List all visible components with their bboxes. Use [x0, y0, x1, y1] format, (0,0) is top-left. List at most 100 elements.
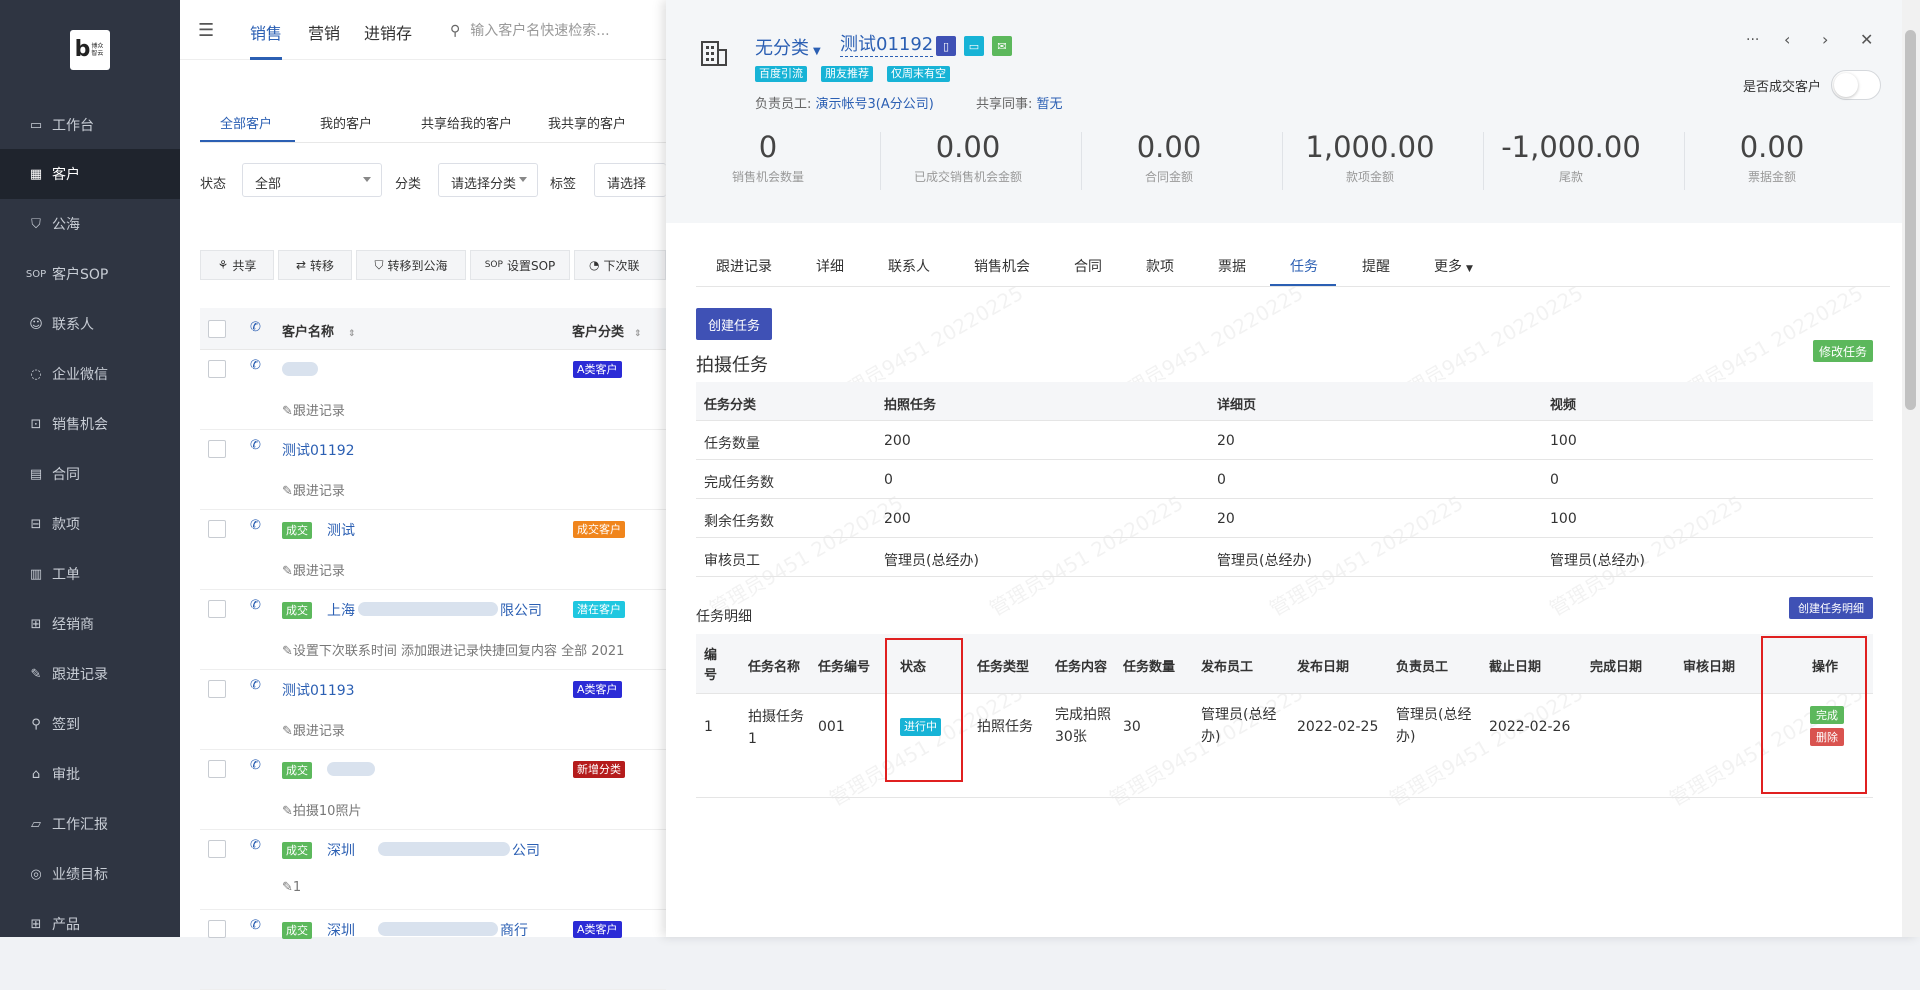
category-select[interactable]: 请选择分类 — [438, 163, 538, 197]
subtab-all-customers[interactable]: 全部客户 — [220, 113, 272, 132]
category-dropdown[interactable]: 无分类 ▼ — [755, 34, 821, 60]
customer-name-suffix[interactable]: 限公司 — [500, 600, 542, 620]
scrollbar-thumb[interactable] — [1905, 30, 1916, 410]
next-contact-button[interactable]: ◔ 下次联 — [574, 250, 666, 280]
phone-icon[interactable]: ✆ — [250, 518, 261, 533]
customer-name-link[interactable]: 测试01192 — [282, 440, 355, 460]
customer-name-link[interactable]: 测试 — [327, 520, 355, 540]
move-to-sea-button[interactable]: ⛉ 转移到公海 — [356, 250, 466, 280]
followup-link[interactable]: ✎跟进记录 — [282, 480, 345, 499]
prev-icon[interactable]: ‹ — [1784, 30, 1790, 49]
phone-icon[interactable]: ✆ — [250, 678, 261, 693]
create-task-detail-button[interactable]: 创建任务明细 — [1789, 597, 1873, 619]
sidebar-item-reports[interactable]: ▱ 工作汇报 — [0, 799, 180, 849]
row-checkbox[interactable] — [208, 360, 226, 378]
search-input[interactable]: ⚲ 输入客户名快速检索... — [450, 20, 610, 40]
subtab-shared-to-me[interactable]: 共享给我的客户 — [421, 113, 512, 132]
tab-invoices[interactable]: 票据 — [1218, 256, 1246, 276]
customer-name-link[interactable]: 测试01193 — [282, 680, 355, 700]
column-customer-category[interactable]: 客户分类 ⇕ — [572, 321, 642, 340]
sidebar-item-targets[interactable]: ◎ 业绩目标 — [0, 849, 180, 899]
row-checkbox[interactable] — [208, 440, 226, 458]
sidebar-item-customer-sop[interactable]: SOP 客户SOP — [0, 249, 180, 299]
row-checkbox[interactable] — [208, 760, 226, 778]
table-row[interactable]: ✆ A类客户 ✎跟进记录 — [200, 350, 666, 430]
followup-link[interactable]: ✎跟进记录 — [282, 400, 345, 419]
shared-value[interactable]: 暂无 — [1037, 97, 1063, 112]
phone-icon[interactable]: ✆ — [250, 918, 261, 933]
table-row[interactable]: ✆ 测试01192 ✎跟进记录 — [200, 430, 666, 510]
row-checkbox[interactable] — [208, 680, 226, 698]
tab-inventory[interactable]: 进销存 — [364, 20, 412, 44]
sidebar-item-workbench[interactable]: ▭ 工作台 — [0, 100, 180, 150]
followup-link[interactable]: ✎拍摄10照片 — [282, 800, 361, 819]
table-row[interactable]: ✆ 成交 测试 成交客户 ✎跟进记录 — [200, 510, 666, 590]
sidebar-item-dealers[interactable]: ⊞ 经销商 — [0, 599, 180, 649]
mail-icon[interactable]: ✉ — [992, 36, 1012, 56]
status-select[interactable]: 全部 — [242, 163, 382, 197]
phone-icon[interactable]: ✆ — [250, 838, 261, 853]
tab-contracts[interactable]: 合同 — [1074, 256, 1102, 276]
close-icon[interactable]: ✕ — [1860, 30, 1873, 49]
phone-icon[interactable]: ✆ — [250, 758, 261, 773]
tab-opportunities[interactable]: 销售机会 — [974, 256, 1030, 276]
phone-icon[interactable]: ✆ — [250, 598, 261, 613]
tab-contacts[interactable]: 联系人 — [888, 256, 930, 276]
edit-task-button[interactable]: 修改任务 — [1813, 340, 1873, 362]
sidebar-item-approval[interactable]: ⌂ 审批 — [0, 749, 180, 799]
sidebar-item-checkin[interactable]: ⚲ 签到 — [0, 699, 180, 749]
is-deal-toggle[interactable] — [1831, 70, 1881, 100]
followup-link[interactable]: ✎1 — [282, 880, 301, 895]
tab-payments[interactable]: 款项 — [1146, 256, 1174, 276]
tab-marketing[interactable]: 营销 — [308, 20, 340, 44]
tab-followups[interactable]: 跟进记录 — [716, 256, 772, 276]
table-row[interactable]: ✆ 成交 深圳 商行 A类客户 — [200, 910, 666, 990]
share-button[interactable]: ⚘ 共享 — [200, 250, 274, 280]
sidebar-item-customers[interactable]: ▦ 客户 — [0, 149, 180, 199]
tab-tasks[interactable]: 任务 — [1290, 256, 1318, 276]
tab-more[interactable]: 更多 ▼ — [1434, 256, 1473, 276]
phone-icon[interactable]: ✆ — [250, 438, 261, 453]
row-checkbox[interactable] — [208, 920, 226, 938]
next-icon[interactable]: › — [1822, 30, 1828, 49]
sidebar-item-contacts[interactable]: ☺ 联系人 — [0, 299, 180, 349]
menu-collapse-icon[interactable]: ☰ — [198, 20, 214, 41]
customer-name-suffix[interactable]: 公司 — [512, 840, 540, 860]
phone-icon[interactable]: ✆ — [250, 358, 261, 373]
row-checkbox[interactable] — [208, 520, 226, 538]
sidebar-item-contracts[interactable]: ▤ 合同 — [0, 449, 180, 499]
customer-name-link[interactable]: 深圳 — [327, 920, 355, 940]
customer-name-title[interactable]: 测试01192 — [840, 34, 934, 57]
tab-sales[interactable]: 销售 — [250, 20, 282, 44]
sidebar-item-tickets[interactable]: ▥ 工单 — [0, 549, 180, 599]
subtab-shared-by-me[interactable]: 我共享的客户 — [548, 113, 626, 132]
create-task-button[interactable]: 创建任务 — [696, 308, 772, 340]
sidebar-item-public-sea[interactable]: ⛉ 公海 — [0, 199, 180, 249]
transfer-button[interactable]: ⇄ 转移 — [278, 250, 352, 280]
tab-details[interactable]: 详细 — [816, 256, 844, 276]
message-icon[interactable]: ▭ — [964, 36, 984, 56]
table-row[interactable]: ✆ 成交 新增分类 ✎拍摄10照片 — [200, 750, 666, 830]
mobile-icon[interactable]: ▯ — [936, 36, 956, 56]
more-icon[interactable]: ··· — [1746, 32, 1759, 48]
table-row[interactable]: ✆ 成交 上海 限公司 潜在客户 ✎设置下次联系时间 添加跟进记录快捷回复内容 … — [200, 590, 666, 670]
row-checkbox[interactable] — [208, 600, 226, 618]
column-customer-name[interactable]: 客户名称 ⇕ — [282, 321, 356, 340]
owner-value[interactable]: 演示帐号3(A分公司) — [816, 97, 934, 112]
subtab-my-customers[interactable]: 我的客户 — [320, 113, 372, 132]
followup-link[interactable]: ✎跟进记录 — [282, 720, 345, 739]
customer-name-suffix[interactable]: 商行 — [500, 920, 528, 940]
customer-name-link[interactable]: 上海 — [327, 600, 355, 620]
set-sop-button[interactable]: SOP 设置SOP — [470, 250, 570, 280]
sidebar-item-wecom[interactable]: ◌ 企业微信 — [0, 349, 180, 399]
tab-reminders[interactable]: 提醒 — [1362, 256, 1390, 276]
followup-link[interactable]: ✎设置下次联系时间 添加跟进记录快捷回复内容 全部 2021 — [282, 640, 624, 659]
sidebar-item-products[interactable]: ⊞ 产品 — [0, 899, 180, 949]
tag-select[interactable]: 请选择 — [594, 163, 666, 197]
table-row[interactable]: ✆ 成交 深圳 公司 ✎1 — [200, 830, 666, 910]
sidebar-item-followups[interactable]: ✎ 跟进记录 — [0, 649, 180, 699]
sidebar-item-payments[interactable]: ⊟ 款项 — [0, 499, 180, 549]
table-row[interactable]: ✆ 测试01193 A类客户 ✎跟进记录 — [200, 670, 666, 750]
scrollbar[interactable] — [1902, 0, 1920, 937]
followup-link[interactable]: ✎跟进记录 — [282, 560, 345, 579]
